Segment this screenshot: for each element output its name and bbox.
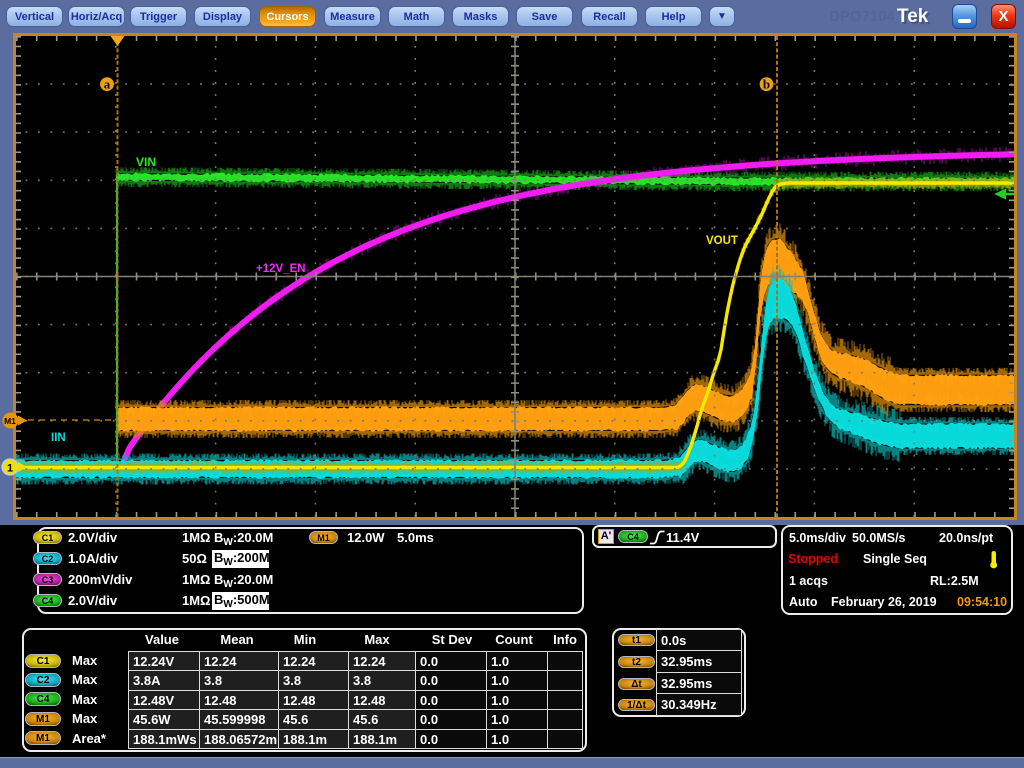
svg-text:+12V_EN: +12V_EN <box>256 263 306 275</box>
svg-text:1: 1 <box>7 463 13 475</box>
svg-text:VOUT: VOUT <box>706 235 738 247</box>
svg-text:a: a <box>104 76 111 91</box>
svg-text:b: b <box>763 76 770 91</box>
svg-text:IIN: IIN <box>51 432 66 444</box>
svg-text:M1: M1 <box>4 416 16 426</box>
svg-text:VIN: VIN <box>136 155 156 169</box>
